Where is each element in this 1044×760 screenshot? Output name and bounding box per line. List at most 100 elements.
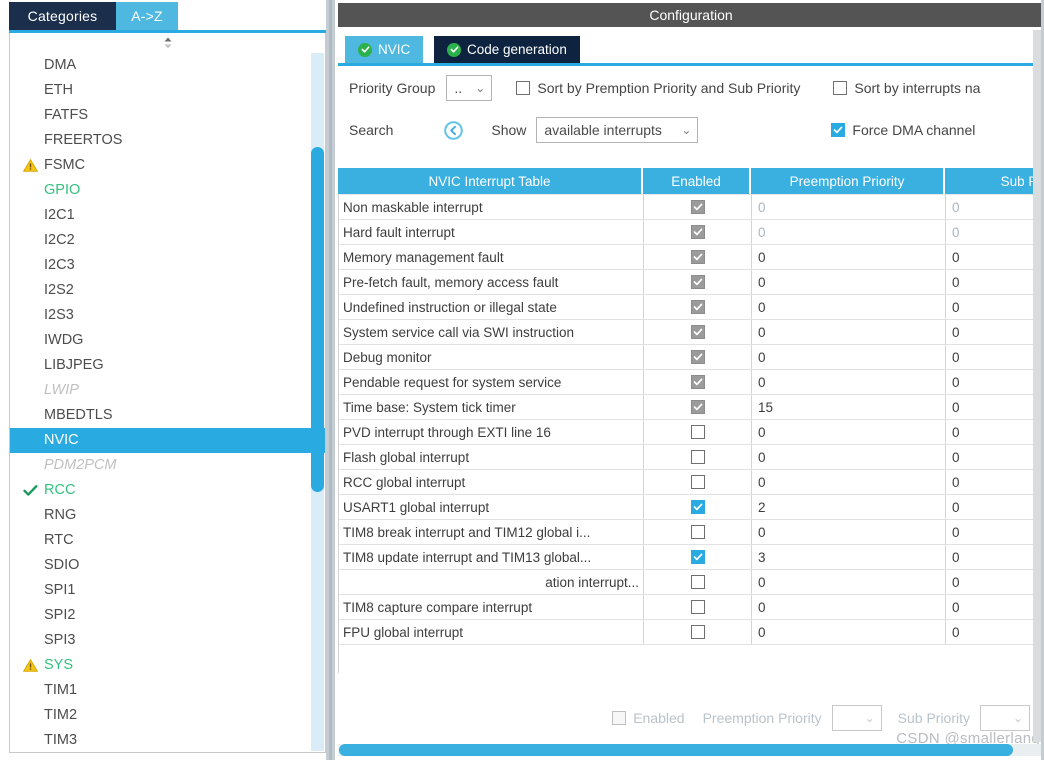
table-row[interactable]: TIM8 update interrupt and TIM13 global..… <box>339 545 1044 570</box>
table-row[interactable]: TIM8 break interrupt and TIM12 global i.… <box>339 520 1044 545</box>
cell-sub-priority[interactable]: 0 <box>946 420 1044 444</box>
column-header-enabled[interactable]: Enabled <box>643 168 751 194</box>
sidebar-item-fatfs[interactable]: FATFS <box>10 103 325 128</box>
horizontal-scrollbar-thumb[interactable] <box>339 744 1013 756</box>
cell-preemption-priority[interactable]: 0 <box>752 595 946 619</box>
sidebar-item-spi1[interactable]: SPI1 <box>10 578 325 603</box>
enabled-checkbox[interactable] <box>690 325 705 339</box>
show-select[interactable]: available interrupts ⌄ <box>536 117 699 143</box>
cell-preemption-priority[interactable]: 0 <box>752 445 946 469</box>
cell-preemption-priority[interactable]: 0 <box>752 295 946 319</box>
sidebar-item-tim1[interactable]: TIM1 <box>10 678 325 703</box>
cell-sub-priority[interactable]: 0 <box>946 270 1044 294</box>
detail-enabled-checkbox-row[interactable]: Enabled <box>612 710 685 726</box>
sidebar-item-rcc[interactable]: RCC <box>10 478 325 503</box>
sort-premption-checkbox-row[interactable]: Sort by Premption Priority and Sub Prior… <box>516 80 800 96</box>
enabled-checkbox[interactable] <box>690 575 705 589</box>
cell-preemption-priority[interactable]: 0 <box>752 570 946 594</box>
table-row[interactable]: PVD interrupt through EXTI line 16 0 0 <box>339 420 1044 445</box>
sidebar-item-freertos[interactable]: FREERTOS <box>10 128 325 153</box>
sidebar-item-gpio[interactable]: GPIO <box>10 178 325 203</box>
priority-group-select[interactable]: .. ⌄ <box>446 75 493 101</box>
table-row[interactable]: TIM8 capture compare interrupt 0 0 <box>339 595 1044 620</box>
enabled-checkbox[interactable] <box>690 425 705 439</box>
enabled-checkbox[interactable] <box>690 600 705 614</box>
cell-preemption-priority[interactable]: 2 <box>752 495 946 519</box>
sidebar-item-nvic[interactable]: NVIC <box>10 428 325 453</box>
cell-preemption-priority[interactable]: 0 <box>752 270 946 294</box>
tab-a-to-z[interactable]: A->Z <box>116 2 178 30</box>
back-circle-icon[interactable] <box>444 120 464 140</box>
tab-code-generation[interactable]: Code generation <box>434 36 580 63</box>
cell-sub-priority[interactable]: 0 <box>946 620 1044 644</box>
detail-enabled-checkbox[interactable] <box>612 711 627 725</box>
component-list[interactable]: DMA ETH FATFS FREERTOS FSMC GPIO I2C1 I2C2 I2C3 I… <box>10 53 325 752</box>
table-row[interactable]: Debug monitor 0 0 <box>339 345 1044 370</box>
enabled-checkbox[interactable] <box>690 625 705 639</box>
cell-sub-priority[interactable]: 0 <box>946 395 1044 419</box>
cell-sub-priority[interactable]: 0 <box>946 220 1044 244</box>
detail-preemption-select[interactable]: ⌄ <box>831 705 882 731</box>
table-row[interactable]: USART1 global interrupt 2 0 <box>339 495 1044 520</box>
table-row[interactable]: ation interrupt... 0 0 <box>339 570 1044 595</box>
enabled-checkbox[interactable] <box>690 350 705 364</box>
sidebar-item-tim2[interactable]: TIM2 <box>10 703 325 728</box>
cell-sub-priority[interactable]: 0 <box>946 245 1044 269</box>
sidebar-item-pdm2pcm[interactable]: PDM2PCM <box>10 453 325 478</box>
enabled-checkbox[interactable] <box>690 200 705 214</box>
table-row[interactable]: Undefined instruction or illegal state 0 0 <box>339 295 1044 320</box>
cell-sub-priority[interactable]: 0 <box>946 520 1044 544</box>
cell-sub-priority[interactable]: 0 <box>946 320 1044 344</box>
cell-sub-priority[interactable]: 0 <box>946 295 1044 319</box>
enabled-checkbox[interactable] <box>690 250 705 264</box>
table-row[interactable]: RCC global interrupt 0 0 <box>339 470 1044 495</box>
column-header-interrupt-table[interactable]: NVIC Interrupt Table <box>338 168 643 194</box>
sidebar-item-dma[interactable]: DMA <box>10 53 325 78</box>
cell-sub-priority[interactable]: 0 <box>946 595 1044 619</box>
sidebar-item-spi2[interactable]: SPI2 <box>10 603 325 628</box>
cell-preemption-priority[interactable]: 0 <box>752 195 946 219</box>
enabled-checkbox[interactable] <box>690 400 705 414</box>
cell-sub-priority[interactable]: 0 <box>946 470 1044 494</box>
sidebar-item-lwip[interactable]: LWIP <box>10 378 325 403</box>
enabled-checkbox[interactable] <box>690 475 705 489</box>
sidebar-item-i2c2[interactable]: I2C2 <box>10 228 325 253</box>
cell-preemption-priority[interactable]: 0 <box>752 320 946 344</box>
table-row[interactable]: Flash global interrupt 0 0 <box>339 445 1044 470</box>
sort-by-name-checkbox-row[interactable]: Sort by interrupts na <box>833 80 980 96</box>
force-dma-checkbox-row[interactable]: Force DMA channel <box>831 122 975 138</box>
cell-preemption-priority[interactable]: 15 <box>752 395 946 419</box>
left-panel-scrollbar-thumb[interactable] <box>311 147 324 492</box>
sidebar-item-mbedtls[interactable]: MBEDTLS <box>10 403 325 428</box>
cell-preemption-priority[interactable]: 0 <box>752 220 946 244</box>
cell-sub-priority[interactable]: 0 <box>946 195 1044 219</box>
cell-sub-priority[interactable]: 0 <box>946 495 1044 519</box>
cell-preemption-priority[interactable]: 0 <box>752 370 946 394</box>
table-row[interactable]: Non maskable interrupt 0 0 <box>339 195 1044 220</box>
sidebar-item-fsmc[interactable]: FSMC <box>10 153 325 178</box>
cell-preemption-priority[interactable]: 3 <box>752 545 946 569</box>
sidebar-item-sdio[interactable]: SDIO <box>10 553 325 578</box>
enabled-checkbox[interactable] <box>690 225 705 239</box>
column-header-sub-priority[interactable]: Sub P <box>945 168 1044 194</box>
table-row[interactable]: FPU global interrupt 0 0 <box>339 620 1044 645</box>
cell-preemption-priority[interactable]: 0 <box>752 470 946 494</box>
detail-sub-select[interactable]: ⌄ <box>980 705 1030 731</box>
cell-sub-priority[interactable]: 0 <box>946 370 1044 394</box>
sidebar-item-iwdg[interactable]: IWDG <box>10 328 325 353</box>
enabled-checkbox[interactable] <box>690 450 705 464</box>
table-row[interactable]: Pendable request for system service 0 0 <box>339 370 1044 395</box>
cell-sub-priority[interactable]: 0 <box>946 445 1044 469</box>
enabled-checkbox[interactable] <box>690 550 705 564</box>
sidebar-item-i2s3[interactable]: I2S3 <box>10 303 325 328</box>
sidebar-item-i2c1[interactable]: I2C1 <box>10 203 325 228</box>
cell-sub-priority[interactable]: 0 <box>946 345 1044 369</box>
table-row[interactable]: Hard fault interrupt 0 0 <box>339 220 1044 245</box>
tab-nvic[interactable]: NVIC <box>345 36 424 63</box>
sidebar-item-i2c3[interactable]: I2C3 <box>10 253 325 278</box>
sort-by-name-checkbox[interactable] <box>833 81 848 95</box>
table-row[interactable]: Time base: System tick timer 15 0 <box>339 395 1044 420</box>
cell-preemption-priority[interactable]: 0 <box>752 245 946 269</box>
sidebar-item-sys[interactable]: SYS <box>10 653 325 678</box>
up-down-arrows-icon[interactable] <box>10 35 325 51</box>
